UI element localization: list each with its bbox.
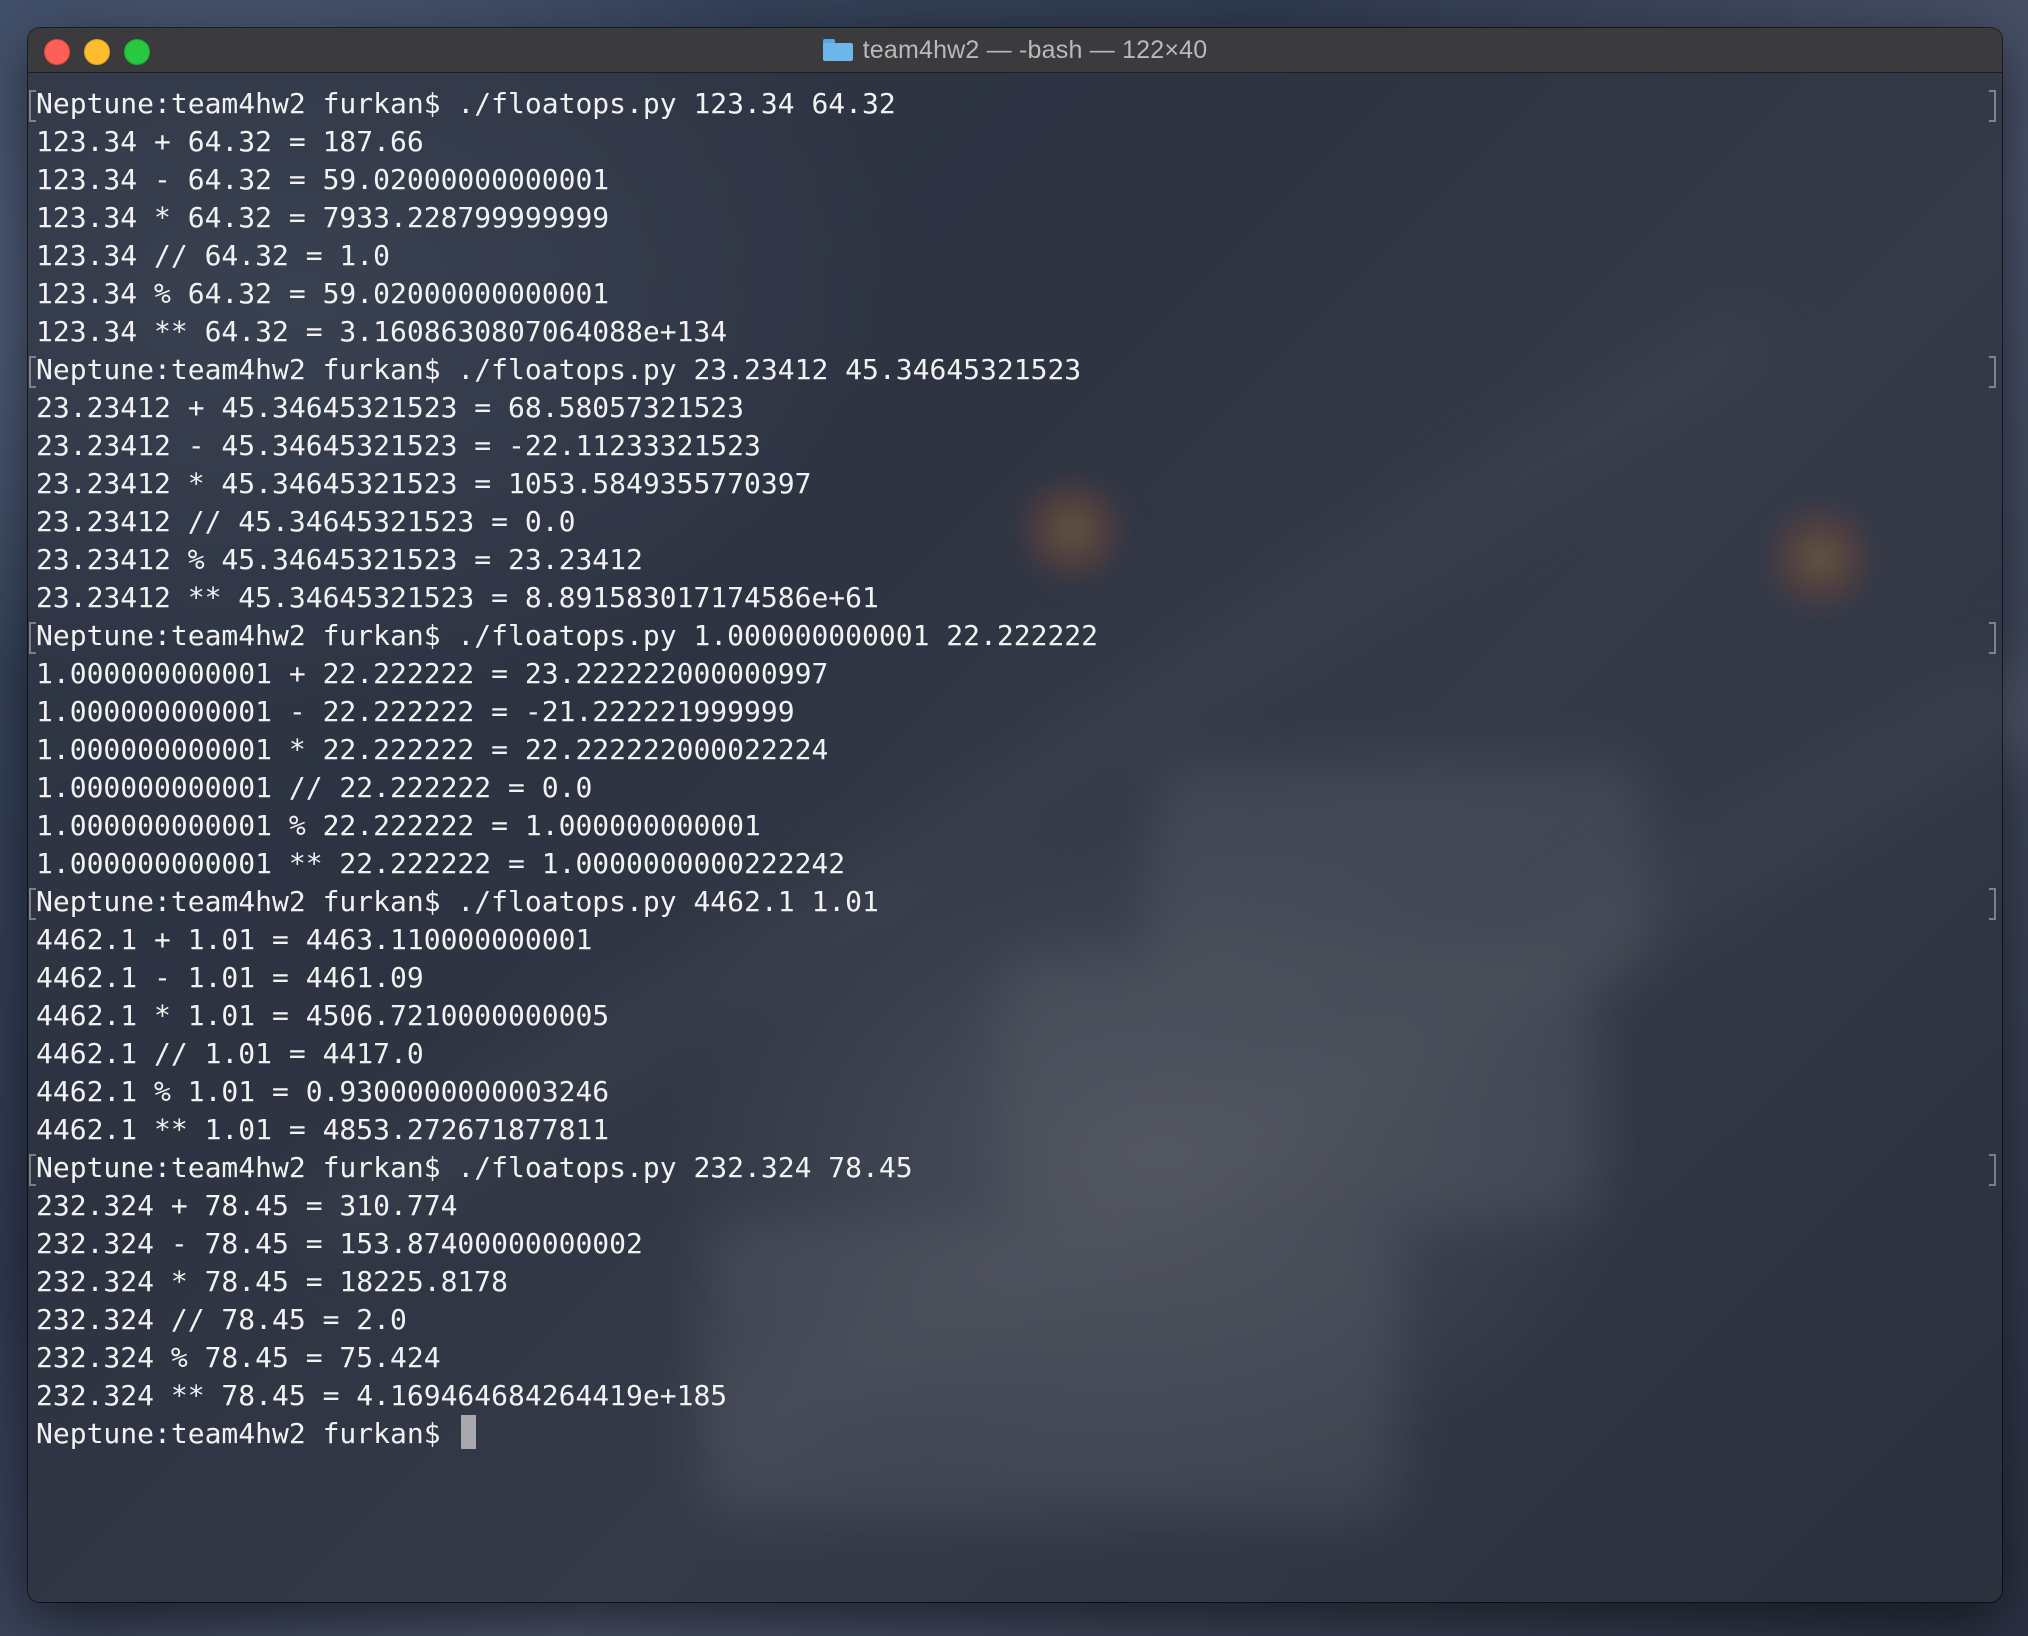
terminal-output: Neptune:team4hw2 furkan$ ./floatops.py 1…	[29, 85, 2002, 1453]
output-text: 123.34 - 64.32 = 59.02000000000001	[36, 163, 610, 196]
output-text: 23.23412 * 45.34645321523 = 1053.5849355…	[36, 467, 812, 500]
output-line: 23.23412 ** 45.34645321523 = 8.891583017…	[36, 579, 2002, 617]
output-text: 4462.1 * 1.01 = 4506.7210000000005	[36, 999, 610, 1032]
prompt-mark	[1989, 356, 1996, 388]
command-line: Neptune:team4hw2 furkan$ ./floatops.py 2…	[29, 351, 2002, 389]
terminal-window[interactable]: team4hw2 — -bash — 122×40 Neptune:team4h…	[28, 28, 2002, 1602]
output-text: 4462.1 % 1.01 = 0.9300000000003246	[36, 1075, 610, 1108]
output-line: 232.324 * 78.45 = 18225.8178	[36, 1263, 2002, 1301]
output-text: 23.23412 - 45.34645321523 = -22.11233321…	[36, 429, 761, 462]
output-line: 232.324 % 78.45 = 75.424	[36, 1339, 2002, 1377]
output-line: 123.34 + 64.32 = 187.66	[36, 123, 2002, 161]
output-text: 123.34 ** 64.32 = 3.1608630807064088e+13…	[36, 315, 728, 348]
output-text: 4462.1 // 1.01 = 4417.0	[36, 1037, 424, 1070]
output-text: 23.23412 // 45.34645321523 = 0.0	[36, 505, 576, 538]
output-text: 232.324 + 78.45 = 310.774	[36, 1189, 458, 1222]
output-line: 232.324 ** 78.45 = 4.169464684264419e+18…	[36, 1377, 2002, 1415]
block-cursor-icon	[461, 1415, 477, 1449]
output-text: 1.000000000001 ** 22.222222 = 1.00000000…	[36, 847, 846, 880]
window-title: team4hw2 — -bash — 122×40	[862, 35, 1208, 64]
command-text: Neptune:team4hw2 furkan$ ./floatops.py 1…	[36, 87, 896, 120]
output-text: 232.324 // 78.45 = 2.0	[36, 1303, 407, 1336]
output-line: 232.324 // 78.45 = 2.0	[36, 1301, 2002, 1339]
output-text: 232.324 * 78.45 = 18225.8178	[36, 1265, 509, 1298]
output-line: 4462.1 ** 1.01 = 4853.272671877811	[36, 1111, 2002, 1149]
output-line: 232.324 - 78.45 = 153.87400000000002	[36, 1225, 2002, 1263]
output-text: 23.23412 + 45.34645321523 = 68.580573215…	[36, 391, 745, 424]
command-line: Neptune:team4hw2 furkan$ ./floatops.py 2…	[29, 1149, 2002, 1187]
folder-icon	[822, 39, 853, 61]
command-text: Neptune:team4hw2 furkan$ ./floatops.py 1…	[36, 619, 1099, 652]
command-line: Neptune:team4hw2 furkan$ ./floatops.py 4…	[29, 883, 2002, 921]
output-line: 123.34 ** 64.32 = 3.1608630807064088e+13…	[36, 313, 2002, 351]
output-line: 4462.1 % 1.01 = 0.9300000000003246	[36, 1073, 2002, 1111]
command-line: Neptune:team4hw2 furkan$ ./floatops.py 1…	[29, 617, 2002, 655]
output-line: 23.23412 + 45.34645321523 = 68.580573215…	[36, 389, 2002, 427]
output-text: 1.000000000001 + 22.222222 = 23.22222200…	[36, 657, 829, 690]
prompt-mark	[1989, 888, 1996, 920]
output-line: 123.34 % 64.32 = 59.02000000000001	[36, 275, 2002, 313]
output-line: 1.000000000001 + 22.222222 = 23.22222200…	[36, 655, 2002, 693]
output-line: 23.23412 // 45.34645321523 = 0.0	[36, 503, 2002, 541]
prompt-mark	[1989, 1154, 1996, 1186]
output-line: 1.000000000001 - 22.222222 = -21.2222219…	[36, 693, 2002, 731]
command-line: Neptune:team4hw2 furkan$ ./floatops.py 1…	[29, 85, 2002, 123]
output-text: 23.23412 ** 45.34645321523 = 8.891583017…	[36, 581, 879, 614]
output-line: 23.23412 * 45.34645321523 = 1053.5849355…	[36, 465, 2002, 503]
prompt-mark	[1989, 622, 1996, 654]
output-line: 4462.1 + 1.01 = 4463.110000000001	[36, 921, 2002, 959]
output-text: 1.000000000001 // 22.222222 = 0.0	[36, 771, 593, 804]
output-text: 123.34 * 64.32 = 7933.228799999999	[36, 201, 610, 234]
output-text: 123.34 + 64.32 = 187.66	[36, 125, 424, 158]
output-line: 123.34 // 64.32 = 1.0	[36, 237, 2002, 275]
output-text: 1.000000000001 - 22.222222 = -21.2222219…	[36, 695, 795, 728]
current-prompt: Neptune:team4hw2 furkan$	[36, 1417, 458, 1450]
output-line: 23.23412 % 45.34645321523 = 23.23412	[36, 541, 2002, 579]
output-text: 4462.1 ** 1.01 = 4853.272671877811	[36, 1113, 610, 1146]
output-line: 23.23412 - 45.34645321523 = -22.11233321…	[36, 427, 2002, 465]
output-line: 4462.1 - 1.01 = 4461.09	[36, 959, 2002, 997]
output-line: 123.34 - 64.32 = 59.02000000000001	[36, 161, 2002, 199]
output-text: 23.23412 % 45.34645321523 = 23.23412	[36, 543, 643, 576]
output-line: 1.000000000001 // 22.222222 = 0.0	[36, 769, 2002, 807]
command-text: Neptune:team4hw2 furkan$ ./floatops.py 2…	[36, 353, 1082, 386]
output-line: 232.324 + 78.45 = 310.774	[36, 1187, 2002, 1225]
output-line: 1.000000000001 % 22.222222 = 1.000000000…	[36, 807, 2002, 845]
output-text: 1.000000000001 * 22.222222 = 22.22222200…	[36, 733, 829, 766]
output-line: 123.34 * 64.32 = 7933.228799999999	[36, 199, 2002, 237]
window-title-group: team4hw2 — -bash — 122×40	[28, 28, 2002, 72]
output-line: 1.000000000001 * 22.222222 = 22.22222200…	[36, 731, 2002, 769]
output-line: 4462.1 // 1.01 = 4417.0	[36, 1035, 2002, 1073]
output-text: 4462.1 + 1.01 = 4463.110000000001	[36, 923, 593, 956]
terminal-content[interactable]: Neptune:team4hw2 furkan$ ./floatops.py 1…	[28, 73, 2002, 1602]
command-text: Neptune:team4hw2 furkan$ ./floatops.py 4…	[36, 885, 879, 918]
output-text: 232.324 - 78.45 = 153.87400000000002	[36, 1227, 643, 1260]
title-bar[interactable]: team4hw2 — -bash — 122×40	[28, 28, 2002, 73]
output-text: 232.324 ** 78.45 = 4.169464684264419e+18…	[36, 1379, 728, 1412]
output-text: 1.000000000001 % 22.222222 = 1.000000000…	[36, 809, 761, 842]
current-command-line[interactable]: Neptune:team4hw2 furkan$	[36, 1415, 2002, 1453]
output-line: 1.000000000001 ** 22.222222 = 1.00000000…	[36, 845, 2002, 883]
command-text: Neptune:team4hw2 furkan$ ./floatops.py 2…	[36, 1151, 913, 1184]
output-text: 123.34 % 64.32 = 59.02000000000001	[36, 277, 610, 310]
output-text: 123.34 // 64.32 = 1.0	[36, 239, 391, 272]
output-text: 4462.1 - 1.01 = 4461.09	[36, 961, 424, 994]
output-text: 232.324 % 78.45 = 75.424	[36, 1341, 441, 1374]
output-line: 4462.1 * 1.01 = 4506.7210000000005	[36, 997, 2002, 1035]
prompt-mark	[1989, 90, 1996, 122]
